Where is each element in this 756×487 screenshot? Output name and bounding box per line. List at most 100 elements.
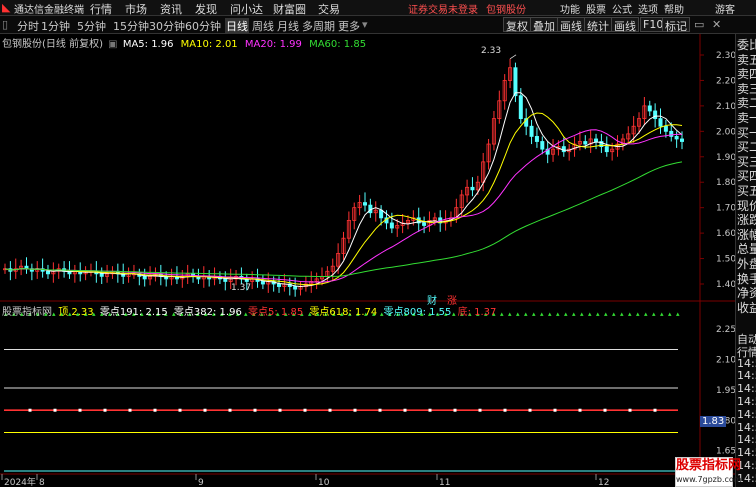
ma-settings-icon[interactable]: ▣ xyxy=(108,39,117,50)
candle-body xyxy=(583,141,588,145)
x-tick-label: 8 xyxy=(39,478,45,487)
menu-hangqing[interactable]: 行情 xyxy=(90,1,112,17)
menu-shichang[interactable]: 市场 xyxy=(125,1,147,17)
period-1min[interactable]: 1分钟 xyxy=(41,18,70,34)
period-multi[interactable]: 多周期 xyxy=(302,18,335,34)
y-tick-label: 2.10 xyxy=(716,102,735,112)
window-restore-icon[interactable]: ▭ xyxy=(694,18,704,31)
period-toolbar: ▯ 分时 1分钟 5分钟 15分钟 30分钟 60分钟 日线 周线 月线 多周期… xyxy=(0,16,756,34)
app-title: 通达信金融终端 xyxy=(14,5,84,16)
level-top-marker: ▴ xyxy=(620,310,624,318)
menu-gongneng[interactable]: 功能 xyxy=(560,1,580,16)
ind-382: 零点382: 1.96 xyxy=(173,307,242,318)
level-top-marker: ▴ xyxy=(540,310,544,318)
period-15min[interactable]: 15分钟 xyxy=(113,18,149,34)
menu-bangzhu[interactable]: 帮助 xyxy=(664,1,684,16)
level-dot xyxy=(603,408,607,412)
menu-wenxiaoda[interactable]: 问小达 xyxy=(230,1,263,17)
level-dot xyxy=(453,408,457,412)
period-monthly[interactable]: 月线 xyxy=(277,18,299,34)
indicator-chart[interactable]: ▴ ▴ ▴ ▴ ▴ ▴ ▴ ▴ ▴ ▴ ▴ ▴ ▴ ▴ ▴ ▴ ▴ ▴ ▴ ▴ ▴ ▴ ▴ ▴ ▴ ▴ ▴ ▴ ▴ ▴ ▴ ▴ ▴ ▴ ▴ ▴ ▴ ▴ ▴ ▴… xyxy=(4,310,680,487)
candle-body xyxy=(45,270,50,275)
huaxian-button-1[interactable]: 画线 xyxy=(557,17,585,33)
candle-body xyxy=(604,146,609,153)
chart-area[interactable]: ▴ ▴ ▴ ▴ ▴ ▴ ▴ ▴ ▴ ▴ ▴ ▴ ▴ ▴ ▴ ▴ ▴ ▴ ▴ ▴ ▴ ▴ ▴ ▴ ▴ ▴ ▴ ▴ ▴ ▴ ▴ ▴ ▴ ▴ ▴ ▴ ▴ ▴ ▴ ▴… xyxy=(0,34,735,487)
period-more[interactable]: 更多 xyxy=(338,18,360,34)
level-top-marker: ▴ xyxy=(636,310,640,318)
user-label[interactable]: 游客 xyxy=(715,1,735,16)
level-dot xyxy=(328,408,332,412)
level-top-marker: ▴ xyxy=(564,310,568,318)
level-dot xyxy=(553,408,557,412)
menu-zixun[interactable]: 资讯 xyxy=(160,1,182,17)
candle-body xyxy=(293,286,298,290)
event-zhang-label[interactable]: 涨 xyxy=(447,292,457,307)
level-top-marker: ▴ xyxy=(548,310,552,318)
candle-body xyxy=(561,146,566,153)
quote-sidebar: 委比 卖五 卖四 卖三 卖二 卖一 买一 买二 买三 买四 买五 现价 涨跌 涨幅 总量 外盘 换手 净资 收益 自… xyxy=(735,34,756,487)
indicator-legend: 股票指标网 顶 2.33 零点191: 2.15 零点382: 1.96 零点5… xyxy=(2,303,496,318)
level-dot xyxy=(78,408,82,412)
level-dot xyxy=(53,408,57,412)
level-top-marker: ▴ xyxy=(604,310,608,318)
more-chevron-icon[interactable]: ▾ xyxy=(362,18,368,31)
menu-caifuquan[interactable]: 财富圈 xyxy=(273,1,306,17)
fuquan-button[interactable]: 复权 xyxy=(503,17,531,33)
menu-xuanxiang[interactable]: 选项 xyxy=(638,1,658,16)
level-dot xyxy=(103,408,107,412)
period-weekly[interactable]: 周线 xyxy=(252,18,274,34)
level-dot xyxy=(353,408,357,412)
candle-body xyxy=(674,136,679,140)
biaoji-button[interactable]: 标记 xyxy=(662,17,690,33)
y-tick-label: 1.70 xyxy=(716,204,735,214)
level-dot xyxy=(378,408,382,412)
event-cai-label[interactable]: 财 xyxy=(427,292,437,307)
period-30min[interactable]: 30分钟 xyxy=(149,18,185,34)
close-icon[interactable]: ✕ xyxy=(712,18,721,31)
sidebar-tick-label: 14:5 xyxy=(737,369,756,383)
panel-toggle-icon[interactable]: ▯ xyxy=(2,18,8,31)
period-60min[interactable]: 60分钟 xyxy=(185,18,221,34)
period-daily[interactable]: 日线 xyxy=(225,18,249,34)
level-dot xyxy=(478,408,482,412)
candle-body xyxy=(99,273,104,277)
level-dot xyxy=(228,408,232,412)
period-5min[interactable]: 5分钟 xyxy=(77,18,106,34)
watermark-url: www.7gpzb.com xyxy=(676,475,742,484)
menu-faxian[interactable]: 发现 xyxy=(195,1,217,17)
level-dot xyxy=(153,408,157,412)
y-tick-label: 1.90 xyxy=(716,153,735,163)
stock-name: 包钢股份 xyxy=(486,5,526,16)
diejia-button[interactable]: 叠加 xyxy=(530,17,558,33)
ma10-value: MA10: 2.01 xyxy=(180,39,238,50)
candle-body xyxy=(518,95,523,120)
ind-809: 零点809: 1.55 xyxy=(383,307,452,318)
candlestick-chart[interactable] xyxy=(3,54,685,297)
level-top-marker: ▴ xyxy=(572,310,576,318)
y-tick-label: 1.40 xyxy=(716,280,735,290)
level-top-marker: ▴ xyxy=(676,310,680,318)
level-dot xyxy=(628,408,632,412)
indicator-y-tick-label: 2.10 xyxy=(716,356,735,366)
level-top-marker: ▴ xyxy=(644,310,648,318)
candle-body xyxy=(142,275,147,280)
level-dot xyxy=(128,408,132,412)
ind-191: 零点191: 2.15 xyxy=(99,307,168,318)
huaxian-button-2[interactable]: 画线 xyxy=(611,17,639,33)
candle-body xyxy=(513,67,518,97)
candle-body xyxy=(534,136,539,142)
grid-lines xyxy=(0,34,735,475)
menu-jiaoyi[interactable]: 交易 xyxy=(318,1,340,17)
level-dot xyxy=(403,408,407,412)
tongji-button[interactable]: 统计 xyxy=(584,17,612,33)
level-dot xyxy=(528,408,532,412)
period-fenshi[interactable]: 分时 xyxy=(17,18,39,34)
login-notice[interactable]: 证券交易未登录 xyxy=(408,1,478,16)
candle-body xyxy=(680,138,685,142)
level-top-marker: ▴ xyxy=(508,310,512,318)
indicator-y-tick-label: 1.95 xyxy=(716,386,735,396)
menu-gupiao[interactable]: 股票 xyxy=(586,1,606,16)
ma20-value: MA20: 1.99 xyxy=(244,39,302,50)
menu-gongshi[interactable]: 公式 xyxy=(612,1,632,16)
indicator-y-tick-label: 1.65 xyxy=(716,447,735,457)
